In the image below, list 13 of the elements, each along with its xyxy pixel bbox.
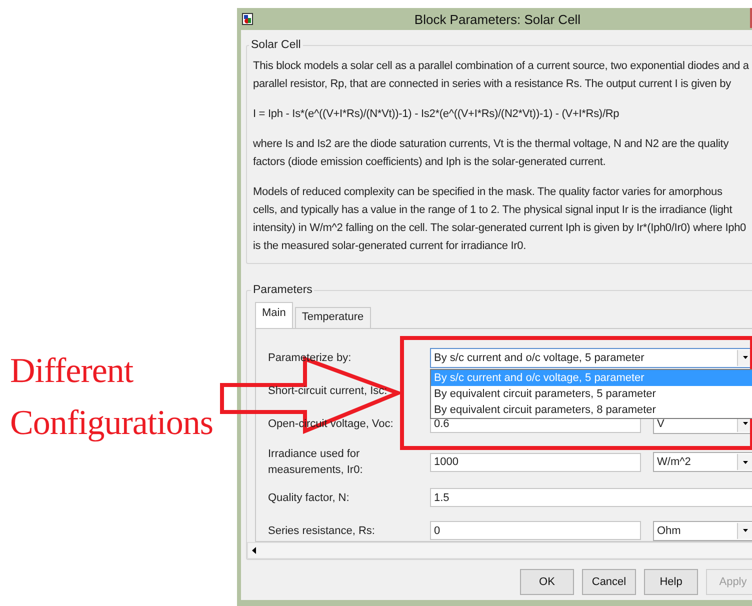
field-label: Parameterize by: <box>268 350 352 366</box>
description-text: where Is and Is2 are the diode saturation currents, Vt is the thermal voltage, N and N2 are the quality factors (diode emission coefficients) and Iph is the solar-generated current. <box>253 137 730 170</box>
field-label: Quality factor, N: <box>268 490 350 506</box>
description-text: This block models a solar cell as a parallel combination of a current source, two exponential diodes and a parallel resistor, Rp, that are connected in series with a resistance Rs. The output current I is given by <box>253 59 749 92</box>
annotation-label: Different Configurations <box>10 350 214 444</box>
description-text: I = Iph - Is*(e^((V+I*Rs)/(N*Vt))-1) - Is2*(e^((V+I*Rs)/(N2*Vt))-1) - (V+I*Rs)/Rp <box>253 107 620 122</box>
field-label: Series resistance, Rs: <box>268 524 376 538</box>
description-text: Models of reduced complexity can be specified in the mask. The quality factor varies for amorphous cells, and typically has a value in the range of 1 to 2. The physical signal input Ir is the irradiance (light intensity) in W/m^2 falling on the cell. The solar-generated current Iph is given by Ir*(Iph0/Ir0) where Iph0 is the measured solar-generated current for irradiance Ir0. <box>253 185 748 254</box>
group-title: Parameters <box>252 284 314 296</box>
field-label: Short-circuit current, Isc: <box>268 384 388 398</box>
group-title: Solar Cell <box>250 39 302 51</box>
field-label: Irradiance used for measurements, Ir0: <box>268 447 364 478</box>
window-title: Block Parameters: Solar Cell <box>413 12 582 26</box>
